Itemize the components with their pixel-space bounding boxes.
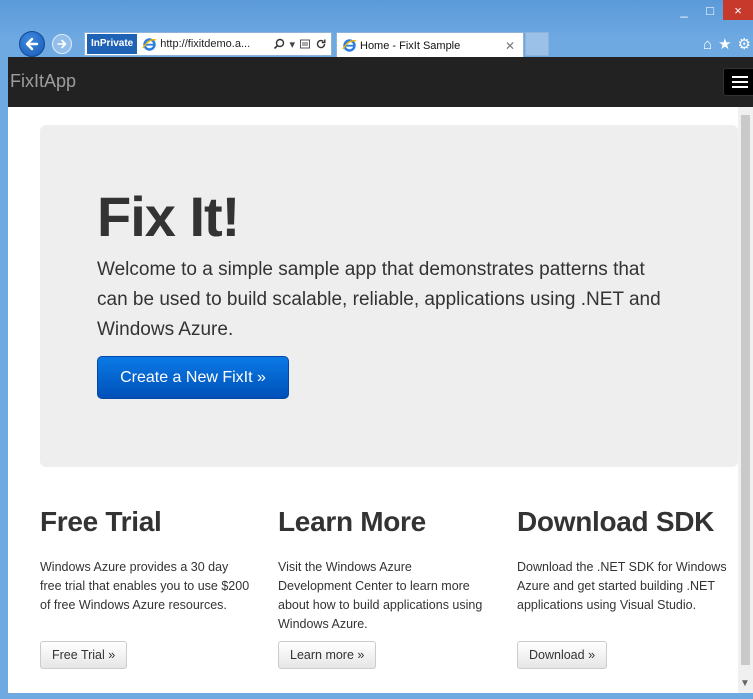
forward-button[interactable] xyxy=(52,34,72,54)
learn-more-button[interactable]: Learn more » xyxy=(278,641,377,669)
close-button[interactable]: × xyxy=(723,0,753,20)
new-tab-button[interactable] xyxy=(525,32,549,56)
dropdown-arrow-icon[interactable]: ▾ xyxy=(289,38,295,51)
search-icon[interactable] xyxy=(273,38,285,50)
hamburger-menu-button[interactable] xyxy=(723,68,753,96)
address-url[interactable]: http://fixitdemo.a... xyxy=(160,38,273,50)
home-icon[interactable]: ⌂ xyxy=(703,36,712,53)
browser-toolbar: InPrivate http://fixitdemo.a... ▾ Home -… xyxy=(0,28,753,58)
browser-window: _ □ × InPrivate http://fixitdemo.a... ▾ … xyxy=(0,0,753,699)
scroll-thumb[interactable] xyxy=(741,115,750,665)
tab-favicon-icon xyxy=(342,38,357,53)
download-button[interactable]: Download » xyxy=(517,641,608,669)
maximize-button[interactable]: □ xyxy=(697,0,723,20)
column-heading: Learn More xyxy=(278,506,426,537)
site-navbar: FixItApp xyxy=(8,57,753,107)
page-viewport: FixItApp ▼ Fix It! Welcome to a simple s… xyxy=(8,57,753,693)
window-controls: _ □ × xyxy=(671,0,753,22)
jumbotron: Fix It! Welcome to a simple sample app t… xyxy=(40,125,738,467)
minimize-button[interactable]: _ xyxy=(671,0,697,20)
back-button[interactable] xyxy=(19,31,45,57)
column-free-trial: Free Trial Windows Azure provides a 30 d… xyxy=(40,506,260,615)
inprivate-badge: InPrivate xyxy=(87,34,138,54)
scroll-down-icon[interactable]: ▼ xyxy=(740,678,750,689)
tab-title: Home - FixIt Sample xyxy=(360,39,461,52)
close-tab-icon[interactable]: ✕ xyxy=(505,39,515,53)
arrow-right-icon xyxy=(57,39,67,49)
vertical-scrollbar[interactable]: ▼ xyxy=(738,107,753,693)
column-download-sdk: Download SDK Download the .NET SDK for W… xyxy=(517,506,737,615)
column-heading: Free Trial xyxy=(40,506,162,537)
ie-logo-icon xyxy=(142,37,157,52)
compatibility-view-icon[interactable] xyxy=(299,38,311,50)
navbar-brand[interactable]: FixItApp xyxy=(10,71,76,92)
free-trial-button[interactable]: Free Trial » xyxy=(40,641,128,669)
favorites-star-icon[interactable]: ★ xyxy=(718,35,731,53)
hero-title: Fix It! xyxy=(97,185,240,248)
column-learn-more: Learn More Visit the Windows Azure Devel… xyxy=(278,506,498,634)
address-tools: ▾ xyxy=(273,38,327,51)
arrow-left-icon xyxy=(25,37,39,51)
menu-bar-icon xyxy=(732,81,748,83)
browser-right-icons: ⌂ ★ ⚙ xyxy=(703,32,751,56)
refresh-icon[interactable] xyxy=(315,38,327,50)
column-text: Visit the Windows Azure Development Cent… xyxy=(278,560,483,631)
column-text: Windows Azure provides a 30 day free tri… xyxy=(40,560,250,612)
gear-icon[interactable]: ⚙ xyxy=(738,35,751,53)
column-heading: Download SDK xyxy=(517,506,715,537)
menu-bar-icon xyxy=(732,86,748,88)
create-fixit-button[interactable]: Create a New FixIt » xyxy=(97,356,289,399)
hero-lead-text: Welcome to a simple sample app that demo… xyxy=(97,259,661,340)
address-bar[interactable]: InPrivate http://fixitdemo.a... ▾ xyxy=(84,32,332,56)
browser-tab-active[interactable]: Home - FixIt Sample ✕ xyxy=(336,32,524,58)
column-text: Download the .NET SDK for Windows Azure … xyxy=(517,560,727,612)
menu-bar-icon xyxy=(732,76,748,78)
